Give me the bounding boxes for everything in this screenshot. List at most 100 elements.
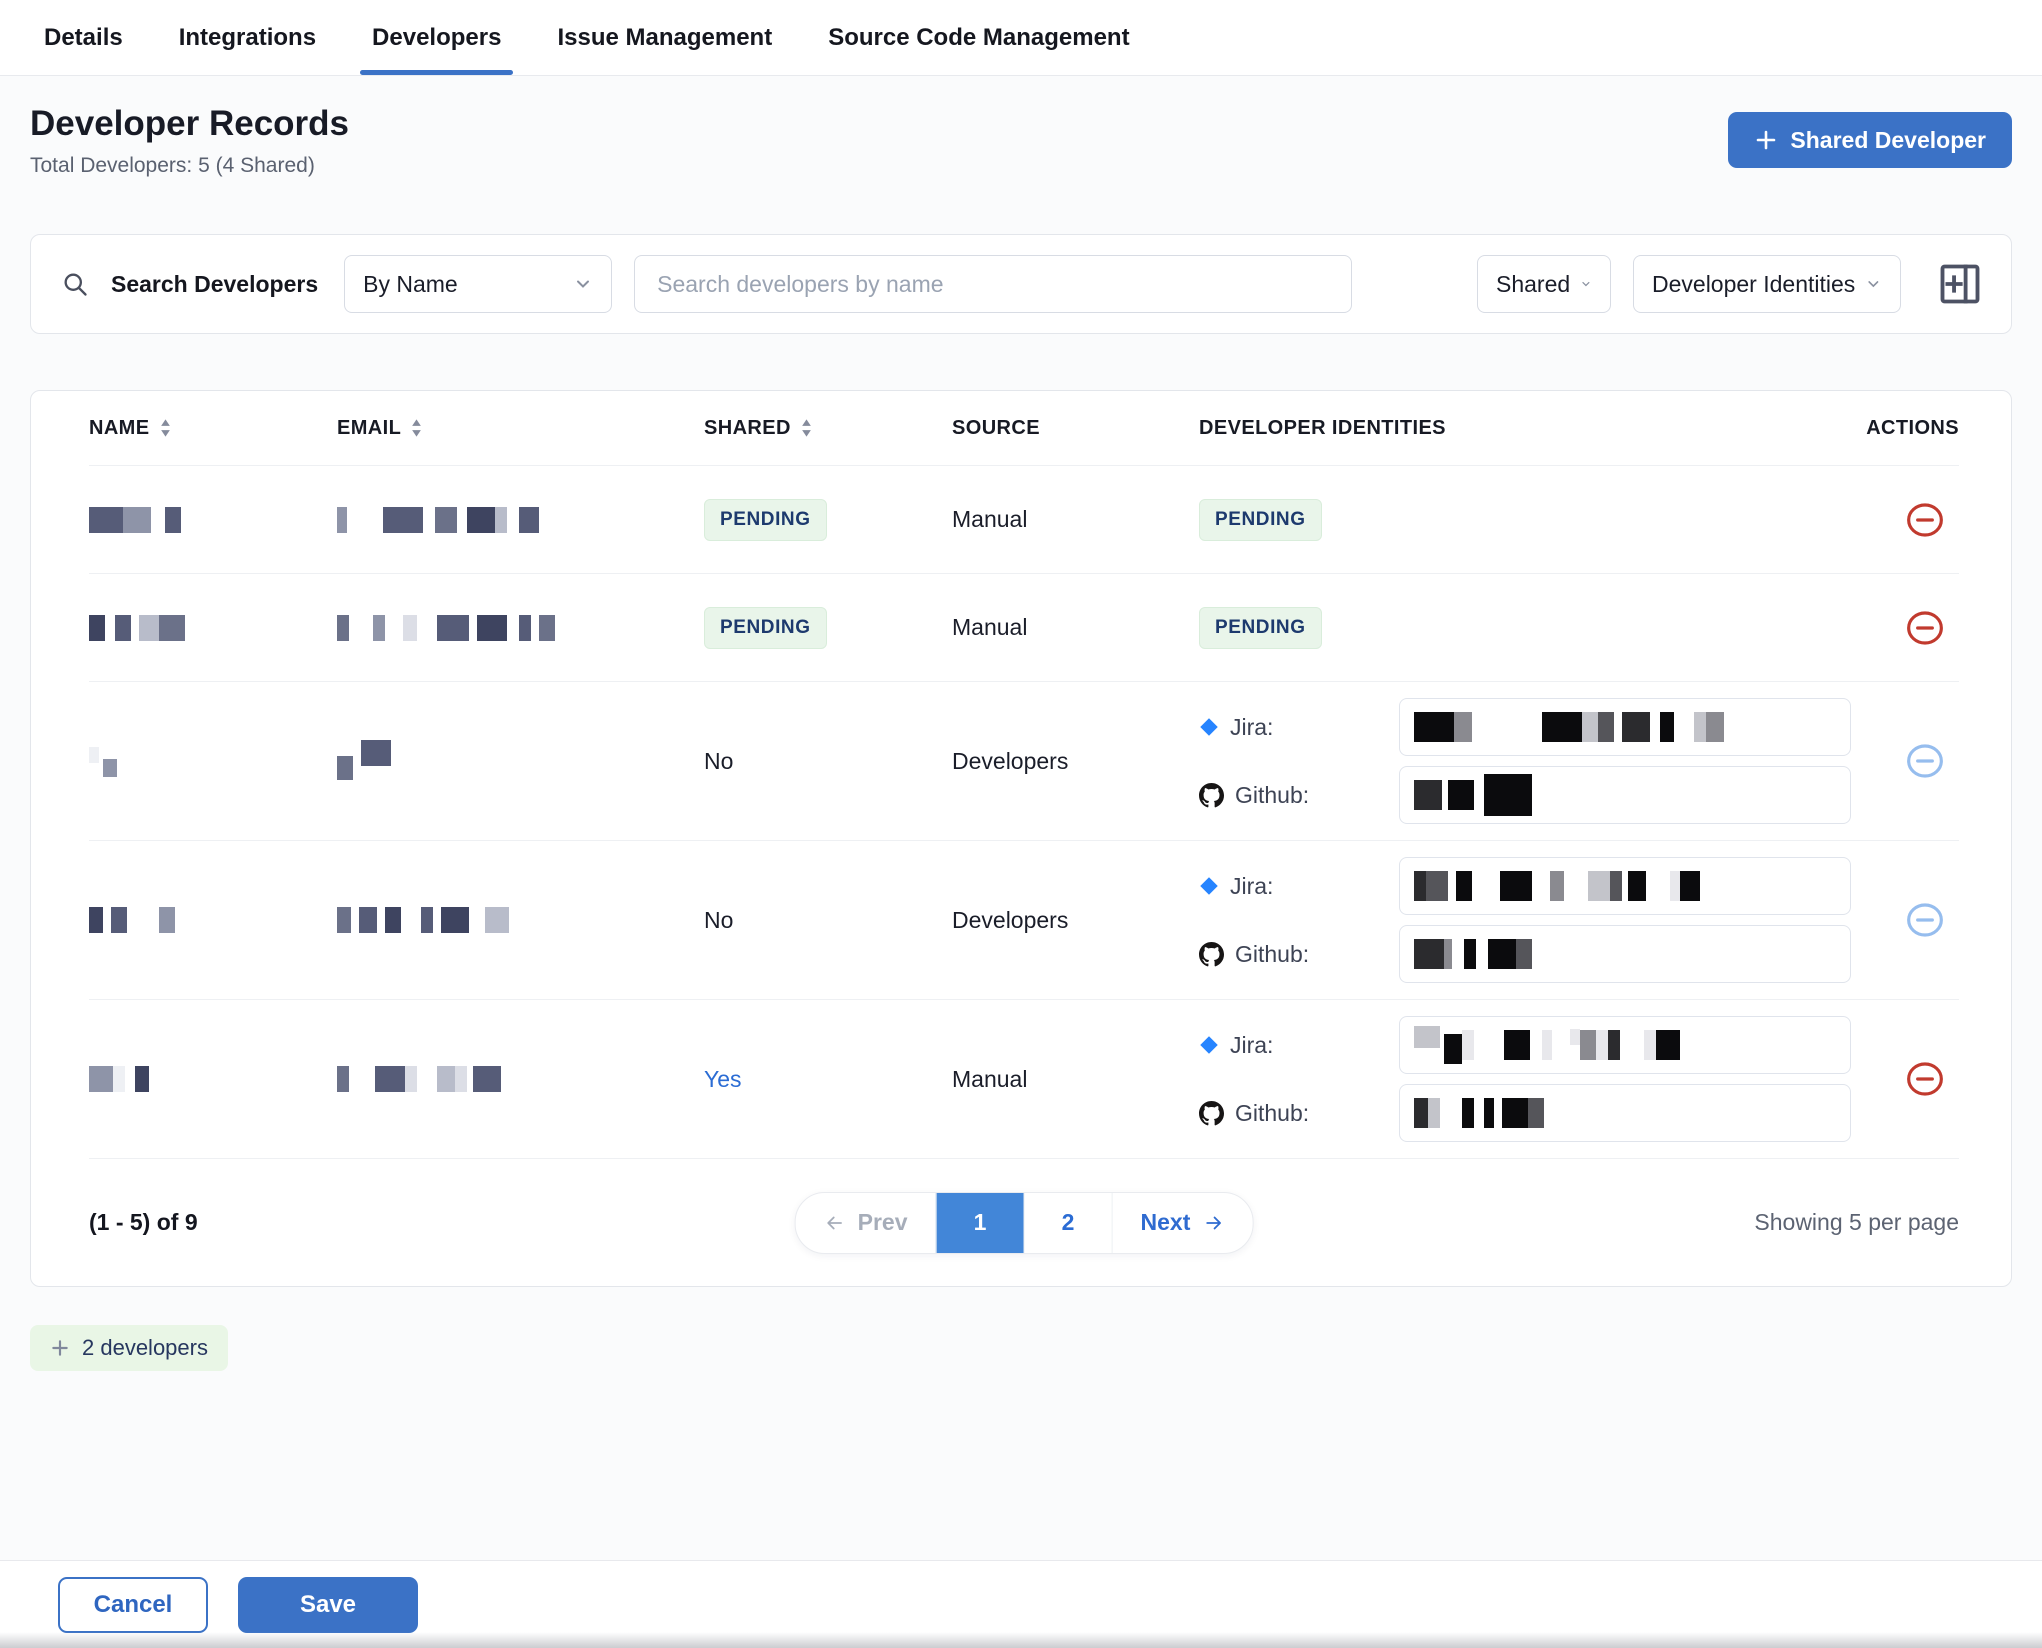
github-icon [1199,783,1224,808]
shared-status-badge: PENDING [704,607,827,649]
plus-icon [50,1338,70,1358]
search-input[interactable] [634,255,1352,313]
remove-developer-button[interactable] [1905,1059,1945,1099]
search-by-dropdown[interactable]: By Name [344,255,612,313]
jira-label: Jira: [1230,714,1273,741]
jira-label-group: Jira: [1199,1032,1399,1059]
arrow-right-icon [1202,1212,1224,1234]
jira-label-group: Jira: [1199,714,1399,741]
remove-developer-button[interactable] [1905,608,1945,648]
redacted-identity-value [1414,939,1532,969]
page-button-1[interactable]: 1 [936,1193,1024,1253]
identities-status-badge: PENDING [1199,607,1322,649]
source-cell: Manual [952,506,1199,533]
email-cell-redacted [337,507,704,533]
page-button-2[interactable]: 2 [1024,1193,1112,1253]
name-cell-redacted [89,507,337,533]
jira-label: Jira: [1230,873,1273,900]
more-developers-chip[interactable]: 2 developers [30,1325,228,1371]
remove-icon [1905,1059,1945,1099]
save-button[interactable]: Save [238,1577,418,1633]
sort-icon [800,417,813,439]
redacted-name [89,907,337,933]
search-icon [61,270,89,298]
column-header-developer-identities: DEVELOPER IDENTITIES [1199,417,1859,440]
jira-identity-row: Jira: [1199,857,1859,915]
add-shared-developer-label: Shared Developer [1790,127,1986,154]
shared-filter-dropdown[interactable]: Shared [1477,255,1611,313]
identity-accounts: Jira: Github: [1199,857,1859,983]
pagination-range-text: (1 - 5) of 9 [89,1209,198,1236]
tab-integrations[interactable]: Integrations [177,0,318,75]
column-header-shared[interactable]: SHARED [704,417,952,440]
name-cell-redacted [89,1066,337,1092]
actions-cell [1859,1059,1959,1099]
jira-identity-input[interactable] [1399,857,1851,915]
add-shared-developer-button[interactable]: Shared Developer [1728,112,2012,168]
redacted-email [337,907,704,933]
page-header: Developer Records Total Developers: 5 (4… [0,76,2042,178]
shared-value: No [704,748,733,774]
chevron-down-icon [1580,274,1592,294]
developer-identities-filter-value: Developer Identities [1652,271,1855,298]
identity-accounts: Jira: Github: [1199,1016,1859,1142]
table-row: NoDevelopersJira:Github: [89,840,1959,999]
redacted-name [89,1066,337,1092]
actions-cell [1859,608,1959,648]
github-icon [1199,1101,1224,1126]
cancel-button[interactable]: Cancel [58,1577,208,1633]
column-header-email[interactable]: EMAIL [337,417,704,440]
tab-source-code-management[interactable]: Source Code Management [826,0,1131,75]
next-page-button[interactable]: Next [1112,1193,1253,1253]
developer-identities-filter-dropdown[interactable]: Developer Identities [1633,255,1901,313]
total-developers-text: Total Developers: 5 (4 Shared) [30,154,349,178]
github-identity-input[interactable] [1399,766,1851,824]
jira-icon [1199,717,1219,737]
github-identity-input[interactable] [1399,925,1851,983]
redacted-identity-value [1414,1030,1680,1060]
jira-identity-input[interactable] [1399,698,1851,756]
sort-icon [410,417,423,439]
column-header-name[interactable]: NAME [89,417,337,440]
github-label: Github: [1235,1100,1309,1127]
shared-cell: PENDING [704,607,952,649]
actions-cell [1859,500,1959,540]
search-filter-panel: Search Developers By Name Shared Develop… [30,234,2012,334]
github-identity-row: Github: [1199,766,1859,824]
redacted-identity-value [1414,774,1532,816]
tab-issue-management[interactable]: Issue Management [555,0,774,75]
redacted-identity-value [1414,1098,1544,1128]
identities-status-badge: PENDING [1199,499,1322,541]
github-identity-input[interactable] [1399,1084,1851,1142]
shared-cell: No [704,748,952,775]
redacted-name [89,615,337,641]
prev-page-button[interactable]: Prev [796,1193,936,1253]
shared-yes-link[interactable]: Yes [704,1066,742,1092]
chevron-down-icon [573,274,593,294]
search-by-value: By Name [363,271,458,298]
email-cell-redacted [337,1066,704,1092]
shared-status-badge: PENDING [704,499,827,541]
tab-details[interactable]: Details [42,0,125,75]
github-identity-row: Github: [1199,925,1859,983]
jira-identity-input[interactable] [1399,1016,1851,1074]
shared-cell: No [704,907,952,934]
table-header-row: NAMEEMAILSHAREDSOURCEDEVELOPER IDENTITIE… [89,391,1959,465]
developer-identities-cell: Jira: Github: [1199,857,1859,983]
tab-developers[interactable]: Developers [370,0,503,75]
page-title: Developer Records [30,104,349,144]
remove-icon [1905,608,1945,648]
remove-developer-button[interactable] [1905,500,1945,540]
remove-icon [1905,741,1945,781]
github-label: Github: [1235,941,1309,968]
search-developers-label: Search Developers [111,271,318,298]
shared-filter-value: Shared [1496,271,1570,298]
remove-developer-button[interactable] [1905,900,1945,940]
redacted-email [337,507,704,533]
chevron-down-icon [1865,274,1882,294]
actions-cell [1859,741,1959,781]
add-column-button[interactable] [1939,261,1981,307]
column-label: SHARED [704,417,791,440]
shared-cell: Yes [704,1066,952,1093]
remove-developer-button[interactable] [1905,741,1945,781]
